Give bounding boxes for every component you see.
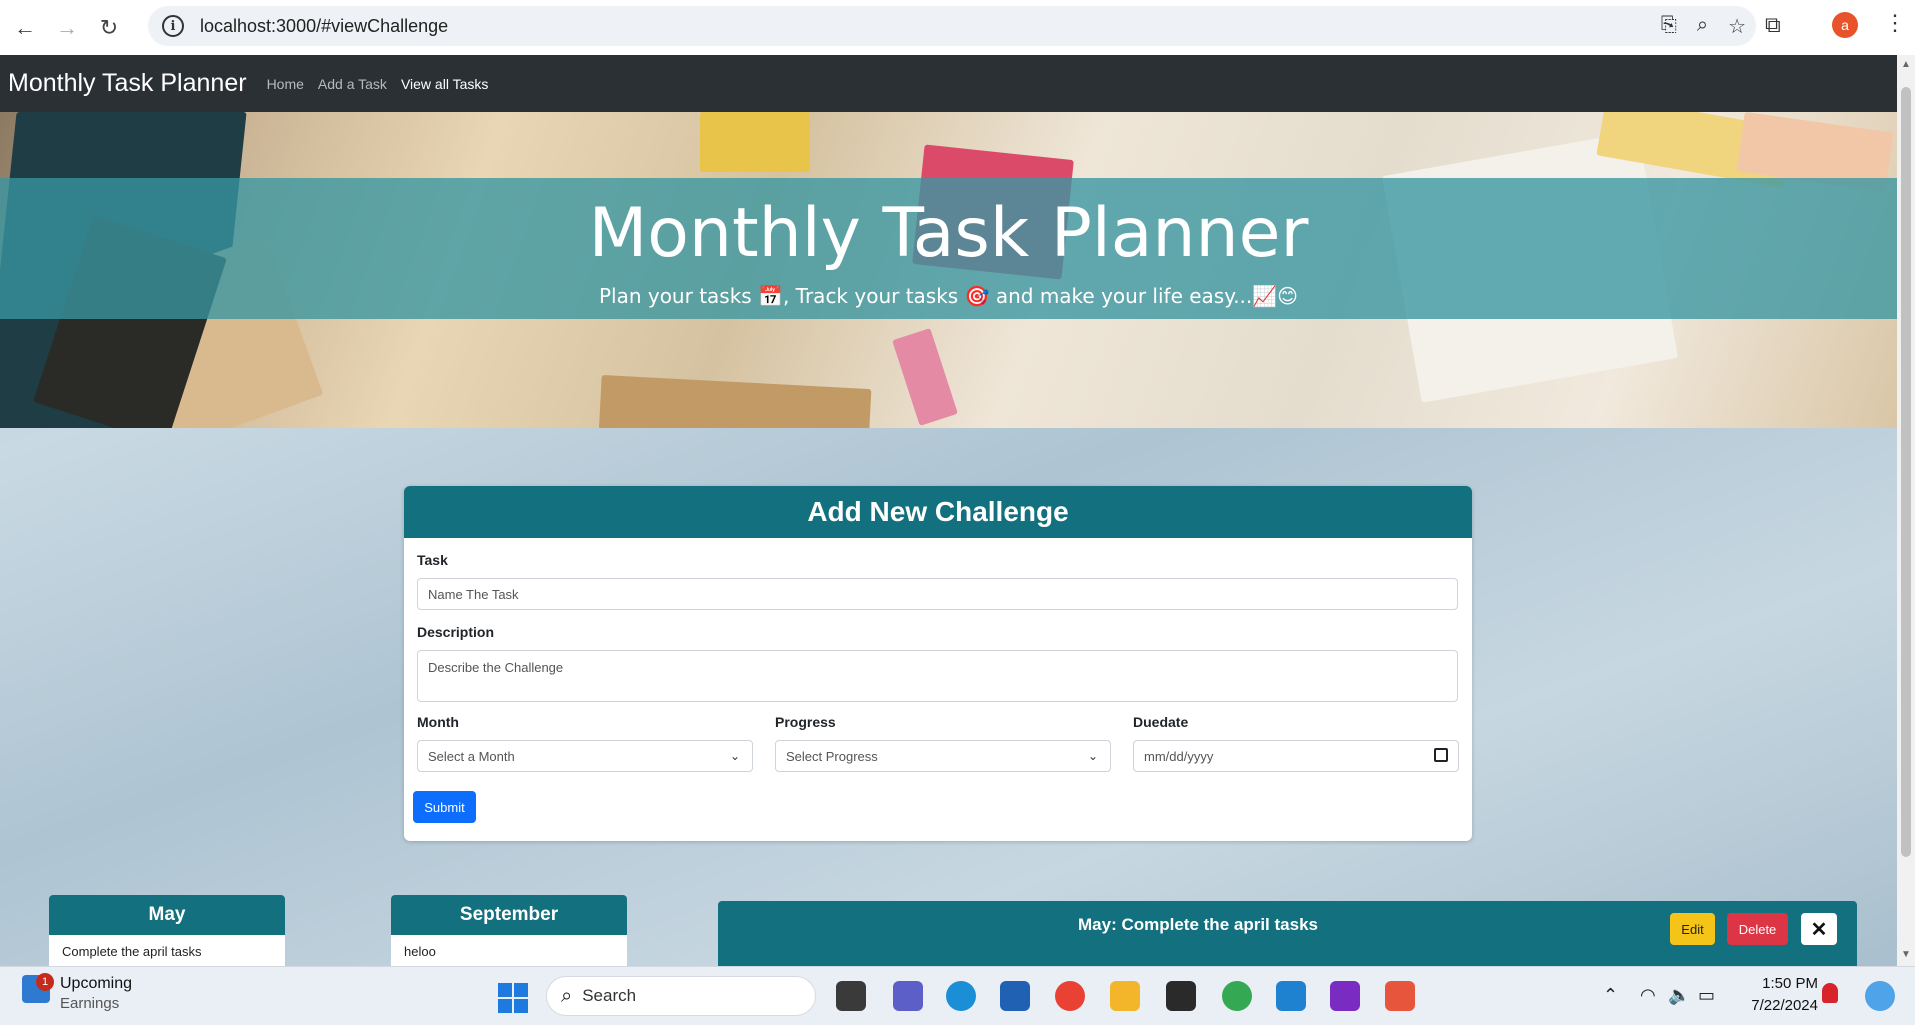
reload-icon[interactable]: ↻	[92, 11, 126, 45]
back-icon[interactable]: ←	[8, 11, 42, 45]
battery-icon[interactable]: ▭	[1698, 985, 1715, 1006]
task-detail-title: May: Complete the april tasks	[1078, 915, 1318, 934]
os-taskbar: 1 Upcoming Earnings ⌕ Search ⌃ ◠ 🔈 ▭ 1:5…	[0, 966, 1915, 1025]
month-select[interactable]: Select a Month ⌄	[417, 740, 753, 772]
volume-icon[interactable]: 🔈	[1668, 985, 1690, 1006]
site-info-icon[interactable]: i	[162, 15, 184, 37]
progress-select[interactable]: Select Progress ⌄	[775, 740, 1111, 772]
widget-title[interactable]: Upcoming	[60, 975, 132, 993]
form-heading: Add New Challenge	[404, 486, 1472, 538]
hero-title: Monthly Task Planner	[588, 194, 1309, 273]
install-app-icon[interactable]: ⎘	[1661, 14, 1677, 39]
month-card-september[interactable]: September heloo	[391, 895, 627, 966]
teams-icon[interactable]	[893, 981, 923, 1011]
description-textarea[interactable]: Describe the Challenge	[417, 650, 1458, 702]
page-scrollbar[interactable]: ▲ ▼	[1897, 55, 1915, 966]
nav-link-add-task[interactable]: Add a Task	[318, 76, 387, 92]
task-detail-panel: May: Complete the april tasks Edit Delet…	[718, 901, 1857, 966]
site-navbar: Monthly Task Planner Home Add a Task Vie…	[0, 55, 1897, 112]
chrome-profile-icon[interactable]	[1222, 981, 1252, 1011]
scrollbar-thumb[interactable]	[1901, 87, 1911, 857]
hero-banner: Monthly Task Planner Plan your tasks 📅, …	[0, 112, 1897, 428]
navbar-brand[interactable]: Monthly Task Planner	[8, 69, 247, 98]
url-text[interactable]: localhost:3000/#viewChallenge	[200, 16, 448, 37]
nav-link-view-all[interactable]: View all Tasks	[401, 76, 488, 92]
wifi-icon[interactable]: ◠	[1640, 985, 1656, 1006]
widget-subtitle[interactable]: Earnings	[60, 995, 119, 1012]
profile-avatar[interactable]: a	[1832, 12, 1858, 38]
page-viewport: Monthly Task Planner Home Add a Task Vie…	[0, 55, 1897, 966]
month-select-value: Select a Month	[428, 748, 515, 764]
scroll-up-icon[interactable]: ▲	[1901, 59, 1911, 70]
chevron-down-icon: ⌄	[1087, 749, 1098, 763]
duedate-value: mm/dd/yyyy	[1144, 748, 1214, 764]
address-bar[interactable]: i localhost:3000/#viewChallenge ⎘ ⌕ ☆	[148, 6, 1756, 46]
store-icon[interactable]	[1000, 981, 1030, 1011]
month-card-title: May	[49, 895, 285, 935]
snipping-tool-icon[interactable]	[1385, 981, 1415, 1011]
scroll-down-icon[interactable]: ▼	[1901, 949, 1911, 960]
close-icon[interactable]: ✕	[1801, 913, 1837, 945]
vscode-icon[interactable]	[1276, 981, 1306, 1011]
copilot-icon[interactable]	[1865, 981, 1895, 1011]
edge-icon[interactable]	[946, 981, 976, 1011]
extensions-icon[interactable]: ⧉	[1765, 12, 1781, 38]
month-card-task[interactable]: heloo	[391, 935, 627, 966]
chrome-icon[interactable]	[1055, 981, 1085, 1011]
taskview-icon[interactable]	[836, 981, 866, 1011]
month-card-may[interactable]: May Complete the april tasks	[49, 895, 285, 966]
clock-date[interactable]: 7/22/2024	[1738, 997, 1818, 1014]
calendar-icon[interactable]	[1434, 748, 1448, 762]
file-explorer-icon[interactable]	[1110, 981, 1140, 1011]
chevron-down-icon: ⌄	[729, 749, 740, 763]
search-icon: ⌕	[561, 984, 573, 1007]
duedate-input[interactable]: mm/dd/yyyy	[1133, 740, 1459, 772]
bookmark-star-icon[interactable]: ☆	[1728, 14, 1746, 39]
month-label: Month	[417, 714, 459, 730]
browser-toolbar: ← → ↻ i localhost:3000/#viewChallenge ⎘ …	[0, 0, 1915, 55]
clock-time[interactable]: 1:50 PM	[1748, 975, 1818, 992]
windows-start-icon[interactable]	[498, 983, 528, 1013]
taskbar-search[interactable]: ⌕ Search	[546, 976, 816, 1016]
chevron-up-icon[interactable]: ⌃	[1603, 985, 1618, 1006]
delete-button[interactable]: Delete	[1727, 913, 1788, 945]
hero-image-pink-strip	[892, 328, 958, 426]
intellij-icon[interactable]	[1330, 981, 1360, 1011]
menu-icon[interactable]: ⋮	[1884, 10, 1906, 36]
submit-button[interactable]: Submit	[413, 791, 476, 823]
hero-image-yellow-note	[700, 112, 810, 172]
hero-subtitle: Plan your tasks 📅, Track your tasks 🎯 an…	[598, 284, 1299, 308]
add-challenge-form: Add New Challenge Task Name The Task Des…	[404, 486, 1472, 841]
notification-badge: 1	[36, 973, 54, 991]
nav-link-home[interactable]: Home	[267, 76, 304, 92]
month-card-task[interactable]: Complete the april tasks	[49, 935, 285, 966]
task-label: Task	[417, 552, 448, 568]
duedate-label: Duedate	[1133, 714, 1189, 730]
description-label: Description	[417, 624, 495, 640]
zoom-icon[interactable]: ⌕	[1697, 14, 1708, 39]
edit-button[interactable]: Edit	[1670, 913, 1715, 945]
notification-bell-icon[interactable]	[1822, 983, 1838, 1003]
month-card-title: September	[391, 895, 627, 935]
hero-image-kraft-notebook	[598, 374, 872, 428]
sticky-notes-icon[interactable]	[1166, 981, 1196, 1011]
progress-label: Progress	[775, 714, 836, 730]
progress-select-value: Select Progress	[786, 748, 878, 764]
taskbar-search-label: Search	[582, 986, 637, 1005]
task-input[interactable]: Name The Task	[417, 578, 1458, 610]
forward-icon[interactable]: →	[50, 11, 84, 45]
